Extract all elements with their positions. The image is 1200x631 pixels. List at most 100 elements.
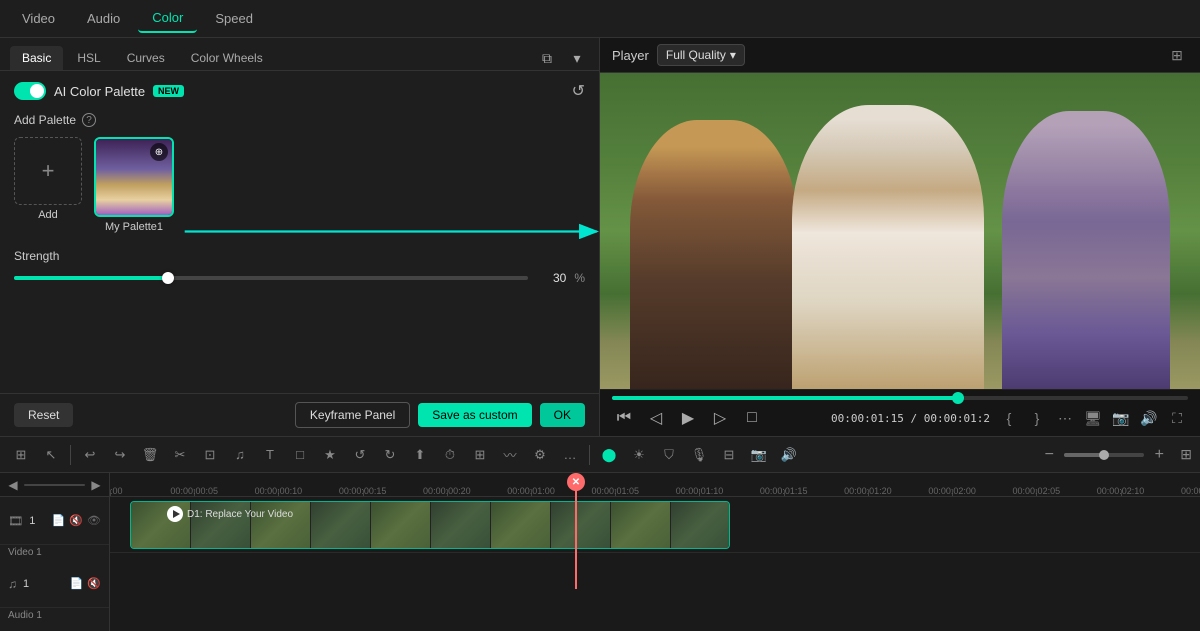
tl-wave[interactable]: 〰 [497, 442, 523, 468]
quality-label: Full Quality [666, 48, 726, 62]
tl-adjust[interactable]: ⚙ [527, 442, 553, 468]
tl-export[interactable]: ⬆ [407, 442, 433, 468]
play-button[interactable]: ▶ [676, 406, 700, 430]
tl-grid-tool[interactable]: ⊞ [8, 442, 34, 468]
tl-cut[interactable]: ✂ [167, 442, 193, 468]
zoom-thumb[interactable] [1099, 450, 1109, 460]
tl-select-tool[interactable]: ↖ [38, 442, 64, 468]
tab-audio[interactable]: Audio [73, 5, 134, 32]
ruler-mark: 00:00:01:05 [591, 486, 639, 496]
tl-vol[interactable]: 🔊 [776, 442, 802, 468]
skip-back-button[interactable]: ⏮ [612, 406, 636, 430]
audio-track-mute-icon[interactable]: 🔇 [87, 577, 101, 590]
tl-text[interactable]: T [257, 442, 283, 468]
tl-cam[interactable]: 📷 [746, 442, 772, 468]
time-separator: / [911, 412, 924, 425]
quality-select[interactable]: Full Quality ▾ [657, 44, 745, 66]
current-time: 00:00:01:15 [831, 412, 904, 425]
stop-button[interactable]: □ [740, 406, 764, 430]
play-frame-back-button[interactable]: ◁ [644, 406, 668, 430]
timeline-toolbar: ⊞ ↖ ↩ ↪ 🗑 ✂ ⊡ ♫ T □ ★ ↺ ↻ ⬆ ⏱ ⊞ 〰 ⚙ … ⬤ … [0, 437, 1200, 473]
ruler-mark: 00:00:01:00 [507, 486, 555, 496]
ruler-mark: 00:00:02:10 [1097, 486, 1145, 496]
camera-icon[interactable]: 📷 [1110, 407, 1132, 429]
video-track-eye-icon[interactable]: 👁 [87, 514, 101, 527]
audio-icon[interactable]: 🔊 [1138, 407, 1160, 429]
fullscreen-icon[interactable]: ⛶ [1166, 407, 1188, 429]
video-track-film-icon[interactable]: 📄 [52, 514, 66, 527]
video-track-mute-icon[interactable]: 🔇 [69, 514, 83, 527]
zoom-in-button[interactable]: + [1148, 444, 1170, 466]
bracket-close-icon[interactable]: } [1026, 407, 1048, 429]
reset-icon[interactable]: ↺ [572, 81, 585, 101]
sub-tabs: Basic HSL Curves Color Wheels ⧉ ▾ [0, 38, 599, 71]
tl-audio[interactable]: ♫ [227, 442, 253, 468]
tl-reverse[interactable]: ↻ [377, 442, 403, 468]
add-palette-button[interactable]: + [14, 137, 82, 205]
player-header: Player Full Quality ▾ ⊞ [600, 38, 1200, 73]
ruler-mark: 00:00:00:05 [170, 486, 218, 496]
keyframe-panel-button[interactable]: Keyframe Panel [295, 402, 410, 428]
subtab-basic[interactable]: Basic [10, 46, 63, 70]
monitor-icon[interactable]: 🖥 [1082, 407, 1104, 429]
tl-delete[interactable]: 🗑 [137, 442, 163, 468]
tl-extra[interactable]: … [557, 442, 583, 468]
slider-row: 30 % [14, 271, 585, 285]
zoom-out-button[interactable]: − [1038, 444, 1060, 466]
tl-mic[interactable]: 🎙 [686, 442, 712, 468]
total-time: 00:00:01:2 [924, 412, 990, 425]
tl-divider-1 [70, 445, 71, 465]
audio-track-file-icon[interactable]: 📄 [70, 577, 84, 590]
timeline-tracks-right[interactable]: :00:0000:00:00:0500:00:00:1000:00:00:150… [110, 473, 1200, 631]
ai-palette-label: AI Color Palette [54, 84, 145, 99]
slider-thumb[interactable] [162, 272, 174, 284]
save-custom-button[interactable]: Save as custom [418, 403, 531, 427]
zoom-fill [1064, 453, 1104, 457]
tab-color[interactable]: Color [138, 4, 197, 33]
subtab-color-wheels[interactable]: Color Wheels [179, 46, 275, 70]
tl-timer[interactable]: ⏱ [437, 442, 463, 468]
more-options-icon[interactable]: ⋯ [1054, 407, 1076, 429]
tl-shape[interactable]: □ [287, 442, 313, 468]
audio-track-controls: 📄 🔇 [70, 577, 101, 590]
tl-caption[interactable]: ⊟ [716, 442, 742, 468]
subtab-hsl[interactable]: HSL [65, 46, 112, 70]
progress-bar[interactable] [612, 396, 1188, 400]
tl-loop[interactable]: ↺ [347, 442, 373, 468]
play-frame-fwd-button[interactable]: ▷ [708, 406, 732, 430]
tl-active-tool[interactable]: ⬤ [596, 442, 622, 468]
tab-speed[interactable]: Speed [201, 5, 267, 32]
tl-crop[interactable]: ⊡ [197, 442, 223, 468]
tl-sticker[interactable]: ★ [317, 442, 343, 468]
layout-icon[interactable]: ⊞ [1180, 446, 1192, 463]
tl-sun[interactable]: ☀ [626, 442, 652, 468]
tl-shield[interactable]: ⛉ [656, 442, 682, 468]
video-clip[interactable]: D1: Replace Your Video [130, 501, 730, 549]
ruler-right-arrow[interactable]: ▶ [89, 478, 103, 492]
ai-palette-toggle[interactable] [14, 82, 46, 100]
help-icon[interactable]: ? [82, 113, 96, 127]
clip-name: D1: Replace Your Video [187, 509, 293, 520]
expand-icon[interactable]: ▾ [565, 46, 589, 70]
tab-video[interactable]: Video [8, 5, 69, 32]
reset-button[interactable]: Reset [14, 403, 73, 427]
zoom-slider[interactable] [1064, 453, 1144, 457]
tl-redo[interactable]: ↪ [107, 442, 133, 468]
bracket-open-icon[interactable]: { [998, 407, 1020, 429]
audio-track-icon: ♫ [8, 577, 17, 591]
palette-grid: + Add ⊕ My Palette1 [14, 137, 585, 233]
progress-thumb[interactable] [952, 392, 964, 404]
ruler-left-arrow[interactable]: ◀ [6, 478, 20, 492]
new-badge: NEW [153, 85, 184, 97]
video-track-label: Video 1 [0, 545, 109, 560]
subtab-curves[interactable]: Curves [115, 46, 177, 70]
grid-view-icon[interactable]: ⊞ [1166, 44, 1188, 66]
strength-slider[interactable] [14, 276, 528, 280]
my-palette1-thumb[interactable]: ⊕ [94, 137, 174, 217]
playhead[interactable]: ✕ [575, 473, 577, 589]
audio-track-header: ♫ 1 📄 🔇 [0, 560, 109, 608]
compare-icon[interactable]: ⧉ [535, 46, 559, 70]
tl-undo[interactable]: ↩ [77, 442, 103, 468]
ok-button[interactable]: OK [540, 403, 585, 427]
tl-zoom-frame[interactable]: ⊞ [467, 442, 493, 468]
